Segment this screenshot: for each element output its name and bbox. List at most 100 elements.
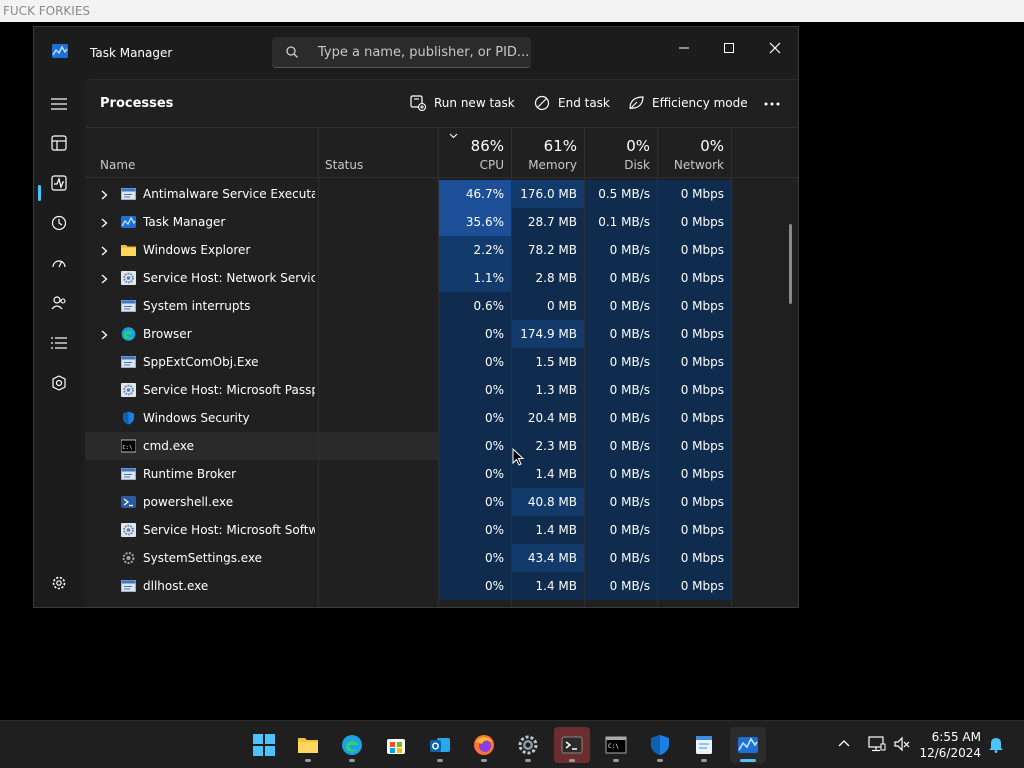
taskbar-firefox[interactable] bbox=[466, 727, 502, 763]
memory-value: 40.8 MB bbox=[511, 488, 584, 516]
shield-icon bbox=[121, 411, 136, 425]
process-row[interactable]: Windows Security 0% 20.4 MB 0 MB/s 0 Mbps bbox=[85, 404, 731, 432]
taskbar-cmd[interactable]: C:\ bbox=[598, 727, 634, 763]
column-network-header[interactable]: 0% Network bbox=[657, 128, 731, 178]
host-title-bar: FUCK FORKIES bbox=[0, 0, 1024, 22]
clock-time: 6:55 AM bbox=[931, 730, 981, 744]
app-window-icon bbox=[121, 187, 136, 201]
taskbar-edge[interactable] bbox=[334, 727, 370, 763]
windows-security-icon bbox=[651, 735, 669, 755]
disk-value: 0 MB/s bbox=[584, 292, 657, 320]
taskbar-windows-security[interactable] bbox=[642, 727, 678, 763]
hamburger-menu-button[interactable] bbox=[46, 91, 72, 117]
gear-icon bbox=[121, 271, 136, 285]
close-button[interactable] bbox=[755, 33, 795, 63]
running-indicator bbox=[569, 759, 575, 762]
edge-icon bbox=[342, 735, 362, 755]
nav-details[interactable] bbox=[46, 330, 72, 356]
taskbar-task-manager[interactable] bbox=[730, 727, 766, 763]
running-indicator bbox=[701, 759, 707, 762]
cpu-value: 0.6% bbox=[438, 292, 511, 320]
process-name: Windows Security bbox=[143, 411, 250, 425]
network-value: 0 Mbps bbox=[657, 236, 731, 264]
network-value: 0 Mbps bbox=[657, 264, 731, 292]
taskbar-notepad[interactable] bbox=[686, 727, 722, 763]
process-row[interactable]: powershell.exe 0% 40.8 MB 0 MB/s 0 Mbps bbox=[85, 488, 731, 516]
end-task-button[interactable]: End task bbox=[534, 94, 610, 114]
process-name: Browser bbox=[143, 327, 192, 341]
process-row[interactable]: SppExtComObj.Exe 0% 1.5 MB 0 MB/s 0 Mbps bbox=[85, 348, 731, 376]
process-row[interactable]: C:\ cmd.exe 0% 2.3 MB 0 MB/s 0 Mbps bbox=[85, 432, 731, 460]
window-title: Task Manager bbox=[90, 46, 173, 60]
expand-chevron-icon[interactable] bbox=[101, 217, 108, 231]
process-row[interactable]: Antimalware Service Executable 46.7%176.0… bbox=[85, 180, 731, 208]
disk-value: 0 MB/s bbox=[584, 348, 657, 376]
taskbar-file-explorer[interactable] bbox=[290, 727, 326, 763]
column-cpu-header[interactable]: 86% CPU bbox=[438, 128, 511, 178]
expand-chevron-icon[interactable] bbox=[101, 189, 108, 203]
search-box[interactable]: Type a name, publisher, or PID... bbox=[272, 37, 531, 68]
column-disk-header[interactable]: 0% Disk bbox=[584, 128, 657, 178]
nav-users[interactable] bbox=[46, 290, 72, 316]
memory-value: 1.4 MB bbox=[511, 572, 584, 600]
process-row[interactable]: Runtime Broker 0% 1.4 MB 0 MB/s 0 Mbps bbox=[85, 460, 731, 488]
running-indicator bbox=[437, 759, 443, 762]
process-row[interactable]: Service Host: Microsoft Softw... 0% 1.4 MB… bbox=[85, 516, 731, 544]
nav-settings[interactable] bbox=[46, 570, 72, 596]
taskbar-outlook[interactable] bbox=[422, 727, 458, 763]
network-icon[interactable] bbox=[868, 736, 886, 752]
svg-text:C:\: C:\ bbox=[123, 445, 133, 451]
minimize-button[interactable] bbox=[664, 33, 704, 63]
nav-performance[interactable] bbox=[46, 170, 72, 196]
column-name-header[interactable]: Name bbox=[100, 158, 135, 172]
process-name: cmd.exe bbox=[143, 439, 195, 453]
disk-value: 0 MB/s bbox=[584, 572, 657, 600]
column-memory-header[interactable]: 61% Memory bbox=[511, 128, 584, 178]
process-name: Antimalware Service Executable bbox=[143, 187, 315, 201]
cpu-value: 46.7% bbox=[438, 180, 511, 208]
start-button[interactable] bbox=[246, 727, 282, 763]
run-new-task-button[interactable]: Run new task bbox=[410, 94, 515, 114]
process-row[interactable]: Browser 0% 174.9 MB 0 MB/s 0 Mbps bbox=[85, 320, 731, 348]
process-row[interactable]: Task Manager 35.6% 28.7 MB 0.1 MB/s 0 Mbps bbox=[85, 208, 731, 236]
maximize-button[interactable] bbox=[709, 33, 749, 63]
cpu-value: 0% bbox=[438, 320, 511, 348]
taskbar-settings[interactable] bbox=[510, 727, 546, 763]
expand-chevron-icon[interactable] bbox=[101, 273, 108, 287]
chevron-up-icon[interactable] bbox=[838, 739, 850, 747]
process-row[interactable]: Windows Explorer 2.2% 78.2 MB 0 MB/s 0 Mbps bbox=[85, 236, 731, 264]
app-history-icon bbox=[51, 215, 67, 231]
expand-chevron-icon[interactable] bbox=[101, 329, 108, 343]
cpu-value: 1.1% bbox=[438, 264, 511, 292]
system-clock[interactable]: 6:55 AM 12/6/2024 bbox=[919, 729, 981, 761]
nav-services[interactable] bbox=[46, 370, 72, 396]
network-total: 0% bbox=[700, 137, 724, 155]
cpu-value: 0% bbox=[438, 348, 511, 376]
column-status-header[interactable]: Status bbox=[318, 128, 438, 178]
process-row[interactable]: dllhost.exe 0% 1.4 MB 0 MB/s 0 Mbps bbox=[85, 572, 731, 600]
cpu-value: 0% bbox=[438, 376, 511, 404]
column-divider bbox=[731, 128, 732, 607]
taskbar-terminal[interactable] bbox=[554, 727, 590, 763]
more-options-button[interactable] bbox=[763, 94, 787, 114]
process-row[interactable]: Service Host: Microsoft Passp... 0% 1.3 MB… bbox=[85, 376, 731, 404]
efficiency-mode-button[interactable]: Efficiency mode bbox=[628, 94, 748, 114]
nav-startup-apps[interactable] bbox=[46, 250, 72, 276]
nav-app-history[interactable] bbox=[46, 210, 72, 236]
vertical-scrollbar[interactable] bbox=[789, 224, 792, 304]
process-row[interactable]: SystemSettings.exe 0% 43.4 MB 0 MB/s 0 Mbps bbox=[85, 544, 731, 572]
memory-value: 1.4 MB bbox=[511, 516, 584, 544]
process-row[interactable]: System interrupts 0.6% 0 MB 0 MB/s 0 Mbps bbox=[85, 292, 731, 320]
svg-text:C:\: C:\ bbox=[608, 743, 619, 750]
column-divider bbox=[584, 128, 585, 607]
expand-chevron-icon[interactable] bbox=[101, 245, 108, 259]
network-value: 0 Mbps bbox=[657, 432, 731, 460]
process-row[interactable]: Service Host: Network Service 1.1% 2.8 MB 0… bbox=[85, 264, 731, 292]
memory-value: 174.9 MB bbox=[511, 320, 584, 348]
nav-processes[interactable] bbox=[46, 130, 72, 156]
details-icon bbox=[51, 337, 67, 349]
more-icon bbox=[764, 102, 780, 106]
volume-muted-icon[interactable] bbox=[894, 736, 910, 752]
taskbar-store[interactable] bbox=[378, 727, 414, 763]
notification-bell-icon[interactable] bbox=[988, 736, 1004, 753]
